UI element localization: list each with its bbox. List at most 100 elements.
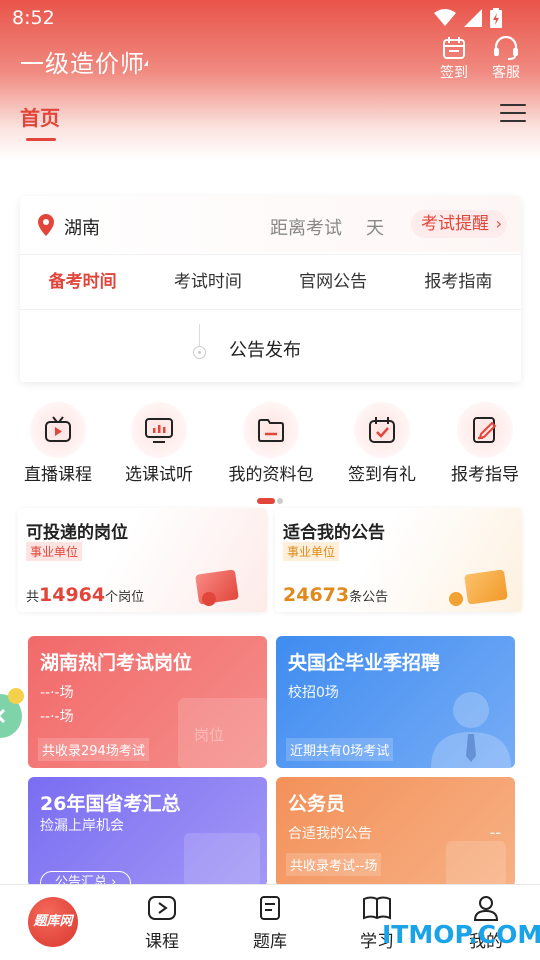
exam-tabs: 备考时间 考试时间 官网公告 报考指南 (20, 254, 521, 310)
card-footer: 共收录考试--场 (286, 853, 382, 876)
caret-icon (144, 60, 148, 66)
book-icon (363, 896, 391, 920)
promo-tag: 事业单位 (26, 542, 83, 561)
headset-icon (494, 36, 518, 60)
checkin-button[interactable]: 签到 (434, 36, 474, 84)
tab-home[interactable]: 首页 (20, 102, 60, 131)
document-icon (464, 569, 508, 605)
customer-service-button[interactable]: 客服 (486, 36, 526, 84)
timeline-dot (193, 346, 206, 359)
card-soe-graduate-recruit[interactable]: 央国企毕业季招聘 校招0场 近期共有0场考试 (276, 636, 515, 768)
timeline-item: 公告发布 (229, 340, 301, 361)
bottom-nav-courses[interactable]: 课程 (122, 895, 202, 952)
folder-icon (258, 419, 284, 442)
bottom-nav-label: 课程 (145, 932, 179, 952)
quick-nav-label: 报考指导 (451, 465, 519, 485)
card-national-exam-summary[interactable]: 26年国省考汇总 捡漏上岸机会 公告汇总 › (28, 777, 267, 887)
exam-reminder-label: 考试提醒 (421, 214, 489, 234)
card-civil-servant[interactable]: 公务员 合适我的公告 -- 共收录考试--场 (276, 777, 515, 887)
card-line: 校招0场 (288, 685, 339, 701)
menu-icon[interactable] (500, 104, 526, 126)
card-line: 合适我的公告 (288, 826, 372, 842)
edit-document-icon (473, 417, 497, 443)
tab-official-notice[interactable]: 官网公告 (271, 255, 396, 309)
service-label: 客服 (492, 65, 520, 81)
promo-count-suffix: 条公告 (349, 590, 389, 605)
chevron-right-icon: › (495, 214, 502, 233)
promo-count: 共14964个岗位 (26, 584, 144, 606)
promo-count-value: 24673 (283, 584, 350, 606)
app-header: 一级造价师 签到 客服 (0, 36, 540, 86)
location-pin-icon (38, 214, 54, 236)
card-value: -- (489, 823, 501, 842)
top-tab-row: 首页 (0, 96, 540, 146)
user-icon (473, 896, 499, 921)
card-line: --·-场 (40, 709, 74, 725)
tab-prep-time[interactable]: 备考时间 (20, 255, 145, 309)
decoration (184, 833, 260, 887)
promo-available-positions[interactable]: 可投递的岗位 事业单位 共14964个岗位 (18, 508, 267, 612)
quick-nav-registration-guidance[interactable]: 报考指导 (431, 402, 539, 485)
quick-nav-checkin-gift[interactable]: 签到有礼 (328, 402, 436, 485)
tv-play-icon (45, 416, 71, 442)
calendar-icon (443, 37, 465, 59)
bottom-nav-label: 题库 (253, 932, 287, 952)
wifi-icon (434, 9, 456, 26)
badge-dot-icon (202, 592, 216, 606)
card-hunan-hot-positions[interactable]: 湖南热门考试岗位 --·-场 --·-场 岗位 共收录294场考试 (28, 636, 267, 768)
tab-indicator (26, 138, 56, 141)
countdown-label: 距离考试 (270, 218, 342, 239)
quick-nav-trial-courses[interactable]: 选课试听 (105, 402, 213, 485)
status-icons (434, 8, 502, 28)
monitor-chart-icon (145, 418, 173, 443)
card-title: 26年国省考汇总 (40, 793, 181, 815)
quick-nav-my-materials[interactable]: 我的资料包 (217, 402, 325, 485)
floating-close-icon[interactable] (0, 686, 30, 740)
card-footer: 近期共有0场考试 (286, 738, 394, 761)
signal-icon (464, 9, 482, 27)
exam-reminder-button[interactable]: 考试提醒 › (411, 210, 507, 238)
card-line: 捡漏上岸机会 (40, 818, 124, 834)
promo-count-value: 14964 (39, 584, 106, 606)
region-selector[interactable]: 湖南 (64, 214, 100, 240)
promo-title: 可投递的岗位 (26, 523, 128, 543)
card-line: --·-场 (40, 685, 74, 701)
card-title: 公务员 (288, 793, 346, 815)
page-indicator (257, 489, 283, 508)
quick-nav-label: 选课试听 (125, 465, 193, 485)
quick-nav-label: 我的资料包 (228, 465, 314, 485)
arrow-circle-icon (449, 592, 463, 606)
status-bar: 8:52 (0, 0, 540, 36)
tab-registration-guide[interactable]: 报考指南 (396, 255, 521, 309)
bottom-nav-question-bank[interactable]: 题库 (230, 895, 310, 952)
decoration (446, 841, 506, 887)
battery-icon (490, 8, 502, 28)
quick-nav-label: 签到有礼 (348, 465, 416, 485)
countdown-unit: 天 (366, 218, 384, 239)
play-icon (148, 896, 176, 920)
exam-card-header: 湖南 距离考试 天 考试提醒 › (20, 196, 521, 252)
calendar-check-icon (369, 417, 395, 443)
tab-exam-time[interactable]: 考试时间 (145, 255, 270, 309)
person-icon (431, 692, 511, 768)
promo-count: 24673条公告 (283, 584, 388, 606)
promo-title: 适合我的公告 (283, 523, 385, 543)
card-deco-text: 岗位 (194, 726, 225, 744)
quick-nav-label: 直播课程 (24, 465, 92, 485)
status-time: 8:52 (12, 7, 55, 29)
document-list-icon (260, 896, 280, 920)
quick-nav: 直播课程 选课试听 我的资料包 签到有礼 报考指导 (0, 402, 540, 492)
watermark: ITMOP.COM (382, 920, 540, 949)
timeline: 公告发布 (20, 312, 521, 382)
promo-count-suffix: 个岗位 (105, 590, 145, 605)
checkin-label: 签到 (440, 65, 468, 81)
exam-category-selector[interactable]: 一级造价师 (20, 44, 145, 79)
app-logo-home-button[interactable]: 题库网 (28, 897, 78, 947)
quick-nav-live-courses[interactable]: 直播课程 (4, 402, 112, 485)
promo-matching-notices[interactable]: 适合我的公告 事业单位 24673条公告 (275, 508, 522, 612)
promo-count-prefix: 共 (26, 590, 40, 605)
card-footer: 共收录294场考试 (38, 738, 149, 761)
card-title: 央国企毕业季招聘 (288, 652, 441, 674)
card-title: 湖南热门考试岗位 (40, 652, 193, 674)
promo-tag: 事业单位 (283, 542, 340, 561)
